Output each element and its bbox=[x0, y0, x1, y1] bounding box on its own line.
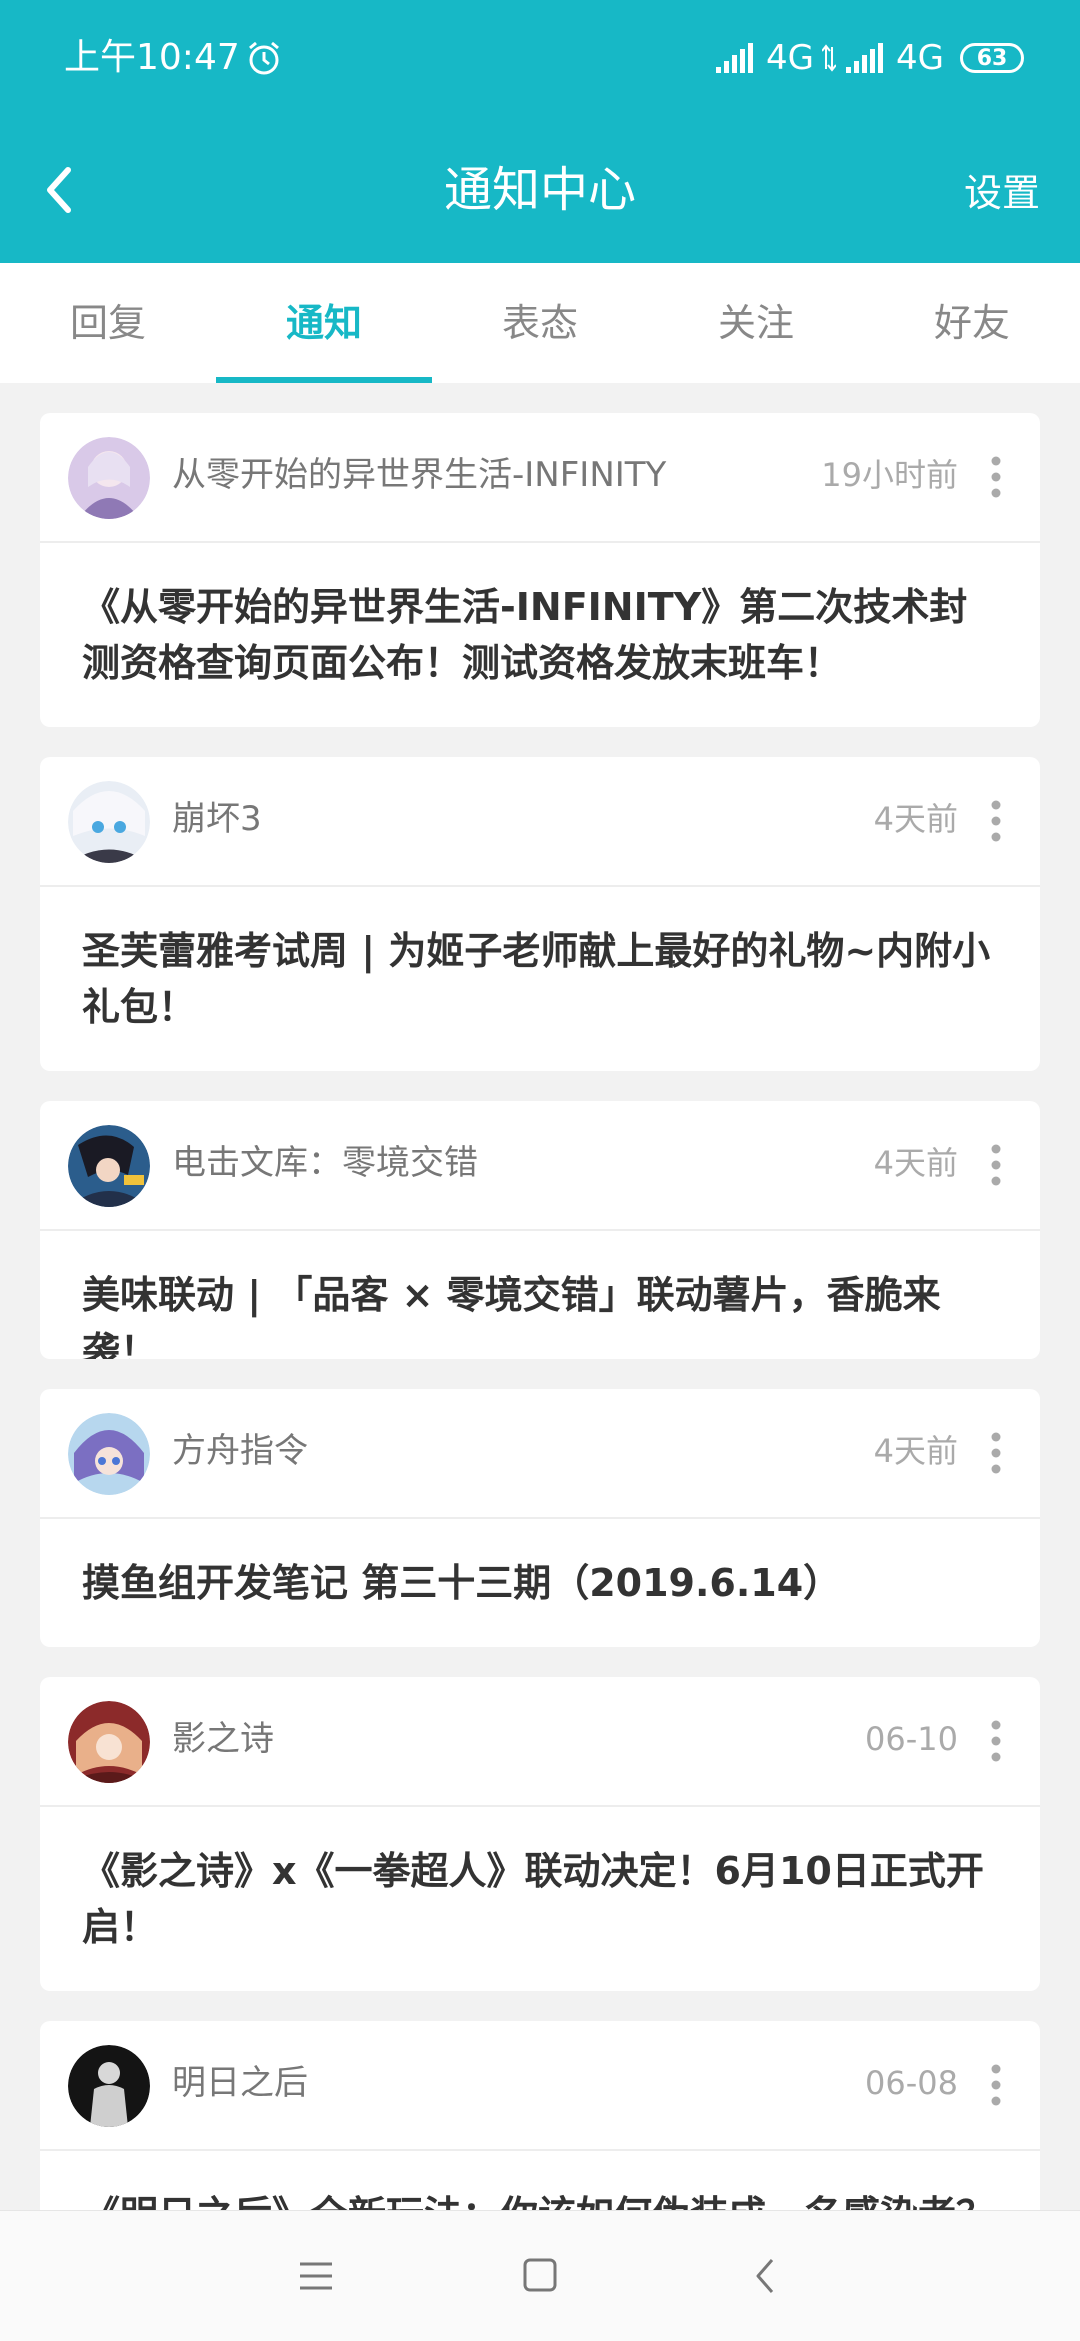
card-time: 06-10 bbox=[865, 1720, 958, 1758]
network-type-2: 4G bbox=[896, 38, 944, 78]
signal-icon bbox=[716, 43, 754, 73]
notification-card[interactable]: 影之诗 06-10 《影之诗》x《一拳超人》联动决定！6月10日正式开启！ bbox=[40, 1677, 1040, 1991]
more-vertical-icon[interactable] bbox=[990, 1719, 1002, 1763]
card-content: 圣芙蕾雅考试周 | 为姬子老师献上最好的礼物~内附小礼包！ bbox=[82, 929, 991, 1029]
battery-icon: 63 bbox=[960, 43, 1024, 73]
card-author: 影之诗 bbox=[172, 1719, 274, 1759]
card-author: 崩坏3 bbox=[172, 799, 262, 839]
notification-card[interactable]: 明日之后 06-08 《明日之后》全新玩法：你该如何伪装成一名感染者？ bbox=[40, 2021, 1040, 2210]
more-vertical-icon[interactable] bbox=[990, 799, 1002, 843]
avatar[interactable] bbox=[68, 1413, 150, 1495]
card-content: 《影之诗》x《一拳超人》联动决定！6月10日正式开启！ bbox=[82, 1849, 984, 1949]
card-author: 明日之后 bbox=[172, 2063, 308, 2103]
status-time: 上午10:47 bbox=[64, 37, 240, 78]
card-content: 摸鱼组开发笔记 第三十三期（2019.6.14） bbox=[82, 1561, 842, 1605]
settings-button[interactable]: 设置 bbox=[964, 166, 1040, 220]
card-time: 19小时前 bbox=[821, 456, 958, 494]
card-content: 美味联动 | 「品客 × 零境交错」联动薯片，香脆来袭！ bbox=[82, 1273, 941, 1359]
back-triangle-icon[interactable] bbox=[736, 2251, 796, 2301]
tab-friends[interactable]: 好友 bbox=[864, 263, 1080, 383]
tab-reactions[interactable]: 表态 bbox=[432, 263, 648, 383]
card-author: 从零开始的异世界生活-INFINITY bbox=[172, 455, 667, 495]
notification-list: 从零开始的异世界生活-INFINITY 19小时前 《从零开始的异世界生活-IN… bbox=[0, 383, 1080, 2210]
nav-bar: 通知中心 设置 bbox=[0, 118, 1080, 263]
card-header: 从零开始的异世界生活-INFINITY 19小时前 bbox=[40, 413, 1040, 543]
signal-icon bbox=[846, 43, 884, 73]
avatar[interactable] bbox=[68, 2045, 150, 2127]
card-header: 明日之后 06-08 bbox=[40, 2021, 1040, 2151]
card-header: 电击文库：零境交错 4天前 bbox=[40, 1101, 1040, 1231]
tab-follows[interactable]: 关注 bbox=[648, 263, 864, 383]
status-bar: 上午10:47 4G 4G 63 bbox=[0, 0, 1080, 118]
card-time: 4天前 bbox=[873, 800, 958, 838]
card-time: 06-08 bbox=[865, 2064, 958, 2102]
system-navigation-bar bbox=[0, 2210, 1080, 2341]
page-title: 通知中心 bbox=[443, 162, 636, 218]
more-vertical-icon[interactable] bbox=[990, 2063, 1002, 2107]
notification-card[interactable]: 方舟指令 4天前 摸鱼组开发笔记 第三十三期（2019.6.14） bbox=[40, 1389, 1040, 1647]
data-arrows-icon bbox=[822, 44, 837, 72]
notification-card[interactable]: 从零开始的异世界生活-INFINITY 19小时前 《从零开始的异世界生活-IN… bbox=[40, 413, 1040, 727]
card-header: 方舟指令 4天前 bbox=[40, 1389, 1040, 1519]
card-time: 4天前 bbox=[873, 1144, 958, 1182]
app-header: 上午10:47 4G 4G 63 通知中心 设置 bbox=[0, 0, 1080, 263]
avatar[interactable] bbox=[68, 781, 150, 863]
notification-card[interactable]: 崩坏3 4天前 圣芙蕾雅考试周 | 为姬子老师献上最好的礼物~内附小礼包！ bbox=[40, 757, 1040, 1071]
alarm-icon bbox=[249, 41, 279, 75]
tab-bar: 回复 通知 表态 关注 好友 bbox=[0, 263, 1080, 383]
card-author: 方舟指令 bbox=[172, 1431, 308, 1471]
card-author: 电击文库：零境交错 bbox=[172, 1143, 478, 1183]
avatar[interactable] bbox=[68, 437, 150, 519]
avatar[interactable] bbox=[68, 1701, 150, 1783]
more-vertical-icon[interactable] bbox=[990, 1143, 1002, 1187]
menu-icon[interactable] bbox=[286, 2251, 346, 2301]
tab-replies[interactable]: 回复 bbox=[0, 263, 216, 383]
card-content: 《明日之后》全新玩法：你该如何伪装成一名感染者？ bbox=[40, 2151, 1040, 2210]
notification-card[interactable]: 电击文库：零境交错 4天前 美味联动 | 「品客 × 零境交错」联动薯片，香脆来… bbox=[40, 1101, 1040, 1359]
more-vertical-icon[interactable] bbox=[990, 455, 1002, 499]
avatar[interactable] bbox=[68, 1125, 150, 1207]
battery-level: 63 bbox=[976, 45, 1008, 71]
card-header: 崩坏3 4天前 bbox=[40, 757, 1040, 887]
home-square-icon[interactable] bbox=[510, 2251, 570, 2301]
status-indicators: 4G 4G 63 bbox=[714, 34, 1024, 82]
more-vertical-icon[interactable] bbox=[990, 1431, 1002, 1475]
card-header: 影之诗 06-10 bbox=[40, 1677, 1040, 1807]
card-time: 4天前 bbox=[873, 1432, 958, 1470]
card-content: 《从零开始的异世界生活-INFINITY》第二次技术封测资格查询页面公布！测试资… bbox=[82, 585, 968, 685]
tab-notifications[interactable]: 通知 bbox=[216, 263, 432, 383]
network-type-1: 4G bbox=[766, 38, 815, 78]
